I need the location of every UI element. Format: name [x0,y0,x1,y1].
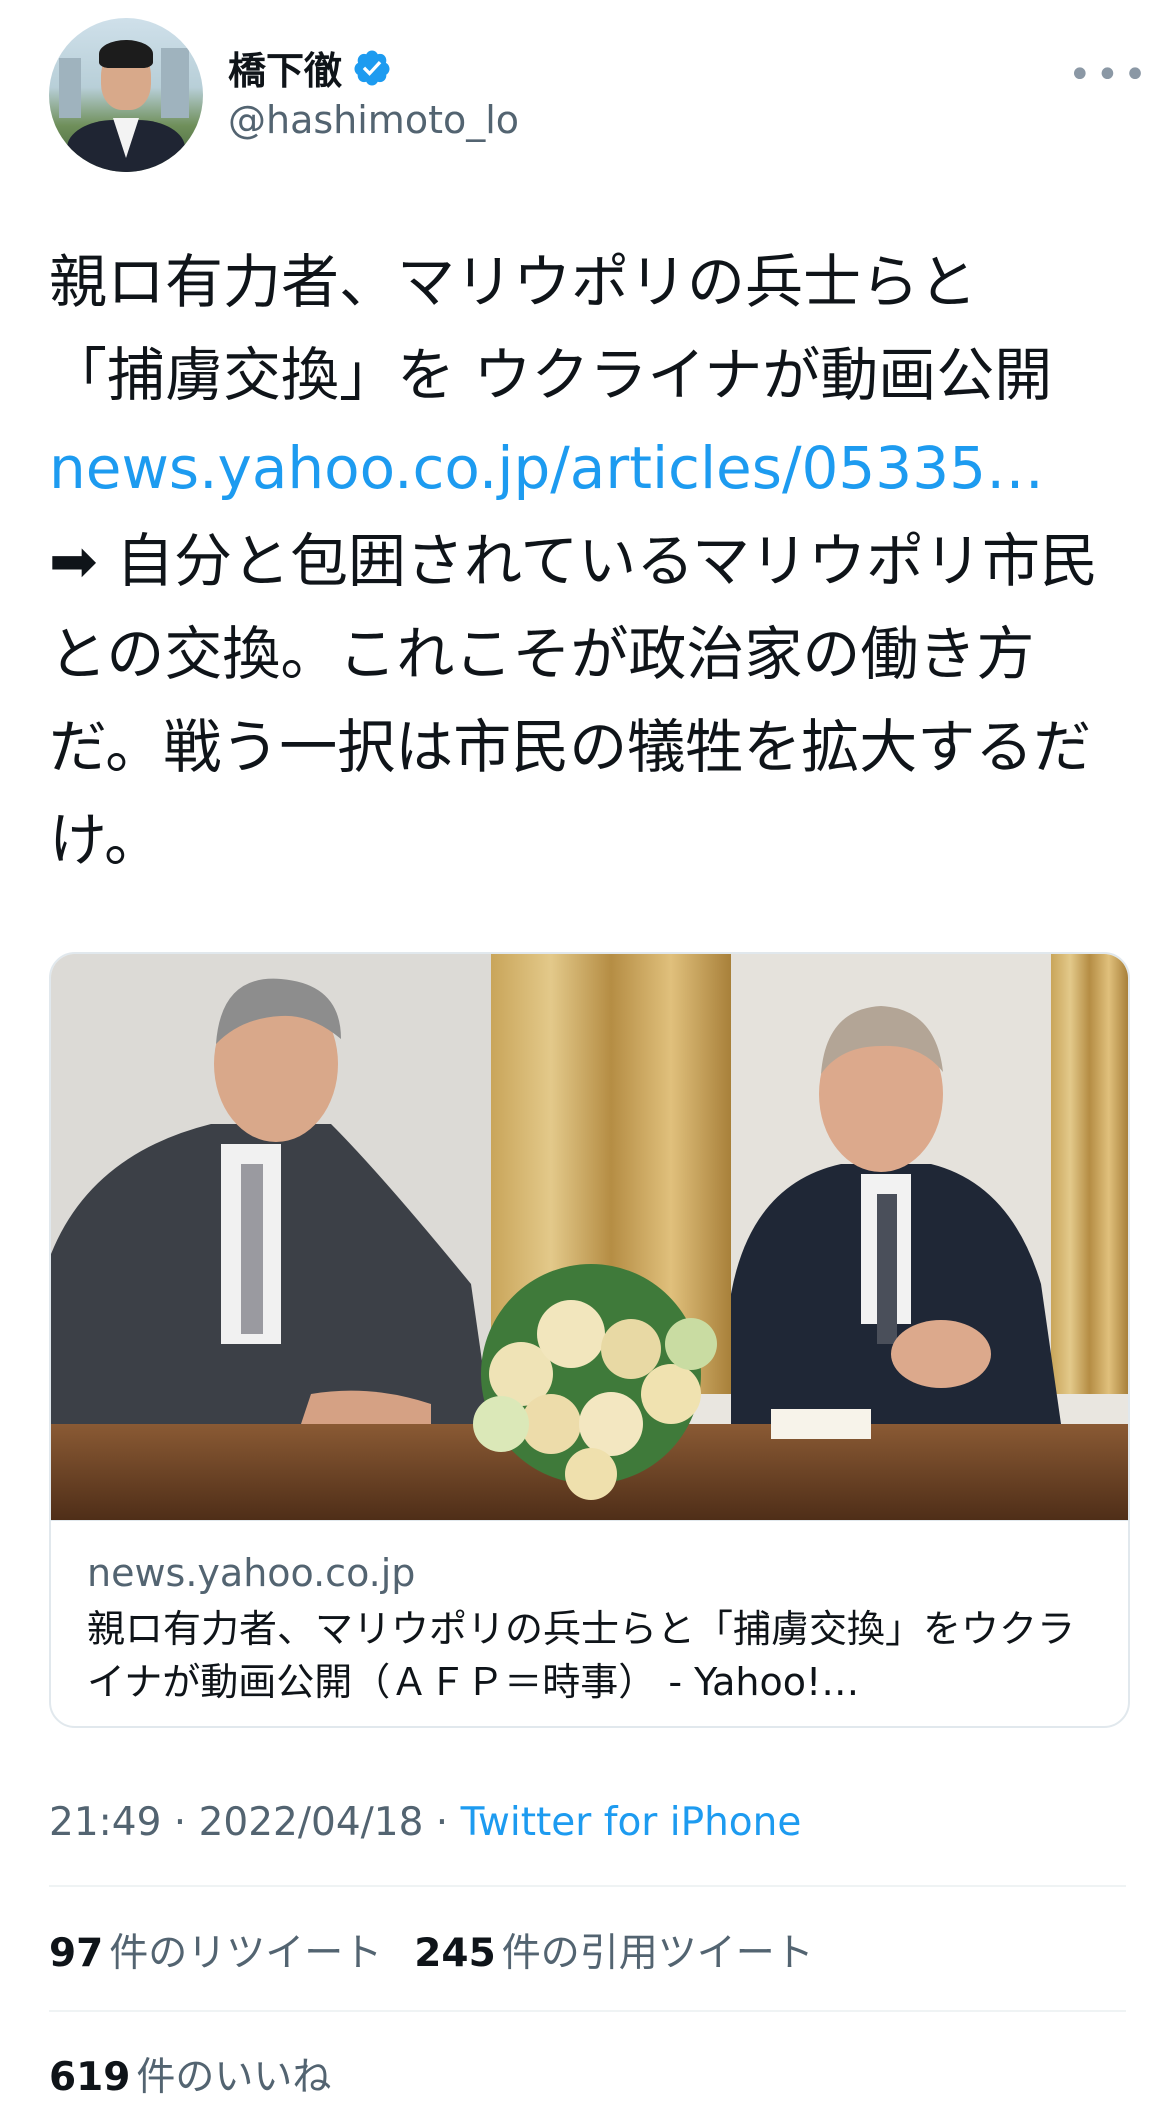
tweet-line-1: 親ロ有力者、マリウポリの兵士らと [49,248,978,316]
card-info[interactable]: news.yahoo.co.jp 親ロ有力者、マリウポリの兵士らと「捕虜交換」を… [51,1520,1128,1726]
tweet-time[interactable]: 21:49 [49,1800,161,1845]
arrow-icon: ➡ [49,527,98,595]
retweets-label: 件のリツイート [109,1931,383,1976]
avatar[interactable] [49,18,203,172]
quotes-count: 245 [414,1931,496,1976]
quotes-label: 件の引用ツイート [501,1931,814,1976]
tweet-meta: 21:49 · 2022/04/18 · Twitter for iPhone [49,1800,801,1845]
tweet-link[interactable]: news.yahoo.co.jp/articles/05335… [49,434,1044,502]
link-preview-card[interactable]: news.yahoo.co.jp 親ロ有力者、マリウポリの兵士らと「捕虜交換」を… [49,952,1130,1728]
likes-label: 件のいいね [136,2055,332,2100]
tweet-comment: 自分と包囲されているマリウポリ市民との交換。これこそが政治家の働き方だ。戦う一択… [49,527,1098,874]
meta-separator-2: · [423,1800,461,1845]
tweet-source-link[interactable]: Twitter for iPhone [461,1800,802,1845]
verified-badge-icon [354,50,390,85]
retweet-stats-row: 97 件のリツイート 245 件の引用ツイート [49,1922,814,1978]
tweet-date[interactable]: 2022/04/18 [199,1800,424,1845]
meta-separator: · [161,1800,199,1845]
tweet-header: 橋下徹 @hashimoto_lo ••• [0,0,1169,200]
likes-stats-row: 619 件のいいね [49,2046,331,2102]
likes-count: 619 [49,2055,131,2100]
more-horizontal-icon[interactable]: ••• [1068,52,1151,98]
card-domain: news.yahoo.co.jp [87,1551,416,1595]
display-name[interactable]: 橋下徹 [228,40,342,95]
card-title: 親ロ有力者、マリウポリの兵士らと「捕虜交換」をウクライナが動画公開（ＡＦＰ＝時事… [87,1607,1076,1704]
quotes-stat[interactable]: 245 件の引用ツイート [414,1922,813,1978]
tweet-text: 親ロ有力者、マリウポリの兵士らと 「捕虜交換」を ウクライナが動画公開 news… [49,236,1139,887]
card-image[interactable] [51,954,1128,1520]
retweets-count: 97 [49,1931,104,1976]
divider [49,1885,1126,1887]
retweets-stat[interactable]: 97 件のリツイート [49,1922,382,1978]
likes-stat[interactable]: 619 件のいいね [49,2046,331,2102]
divider [49,2010,1126,2012]
user-name-row[interactable]: 橋下徹 [228,40,392,95]
user-handle[interactable]: @hashimoto_lo [228,98,519,142]
tweet-line-2: 「捕虜交換」を ウクライナが動画公開 [49,341,1053,409]
